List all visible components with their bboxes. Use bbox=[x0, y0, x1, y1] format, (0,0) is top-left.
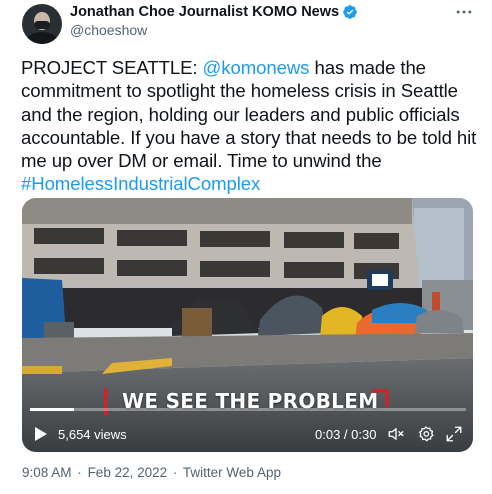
video-view-count: 5,654 views bbox=[58, 427, 127, 442]
mute-icon[interactable] bbox=[386, 425, 406, 443]
video-progress-fill bbox=[30, 408, 74, 411]
author-handle[interactable]: @choeshow bbox=[70, 22, 147, 38]
fullscreen-icon[interactable] bbox=[445, 425, 463, 443]
tweet-text: PROJECT SEATTLE: @komonews has made the … bbox=[21, 56, 481, 196]
mention-link-komonews[interactable]: @komonews bbox=[203, 57, 310, 78]
tweet-date[interactable]: Feb 22, 2022 bbox=[88, 465, 168, 480]
separator: · bbox=[77, 465, 82, 480]
video-player[interactable] bbox=[22, 198, 473, 452]
tweet: Jonathan Choe Journalist KOMO News @choe… bbox=[0, 0, 492, 494]
tweet-text-part: PROJECT SEATTLE: bbox=[21, 57, 203, 78]
hashtag-link[interactable]: #HomelessIndustrialComplex bbox=[21, 173, 260, 194]
author-display-name[interactable]: Jonathan Choe Journalist KOMO News bbox=[70, 4, 339, 20]
video-timestamp: 0:03 / 0:30 bbox=[315, 427, 377, 442]
settings-gear-icon[interactable] bbox=[417, 425, 435, 443]
caption-bracket bbox=[104, 389, 108, 415]
tweet-source[interactable]: Twitter Web App bbox=[183, 465, 281, 480]
video-frame bbox=[22, 198, 473, 452]
tweet-metadata: 9:08 AM · Feb 22, 2022 · Twitter Web App bbox=[22, 465, 281, 480]
verified-badge-icon bbox=[343, 5, 357, 19]
separator: · bbox=[172, 465, 178, 480]
tweet-time[interactable]: 9:08 AM bbox=[22, 465, 72, 480]
play-icon[interactable] bbox=[34, 426, 48, 442]
more-options-icon[interactable] bbox=[454, 2, 474, 22]
avatar[interactable] bbox=[22, 4, 62, 44]
video-progress-bar[interactable] bbox=[30, 408, 466, 411]
author-name-row[interactable]: Jonathan Choe Journalist KOMO News bbox=[70, 3, 358, 21]
caption-bracket-right bbox=[372, 389, 389, 406]
